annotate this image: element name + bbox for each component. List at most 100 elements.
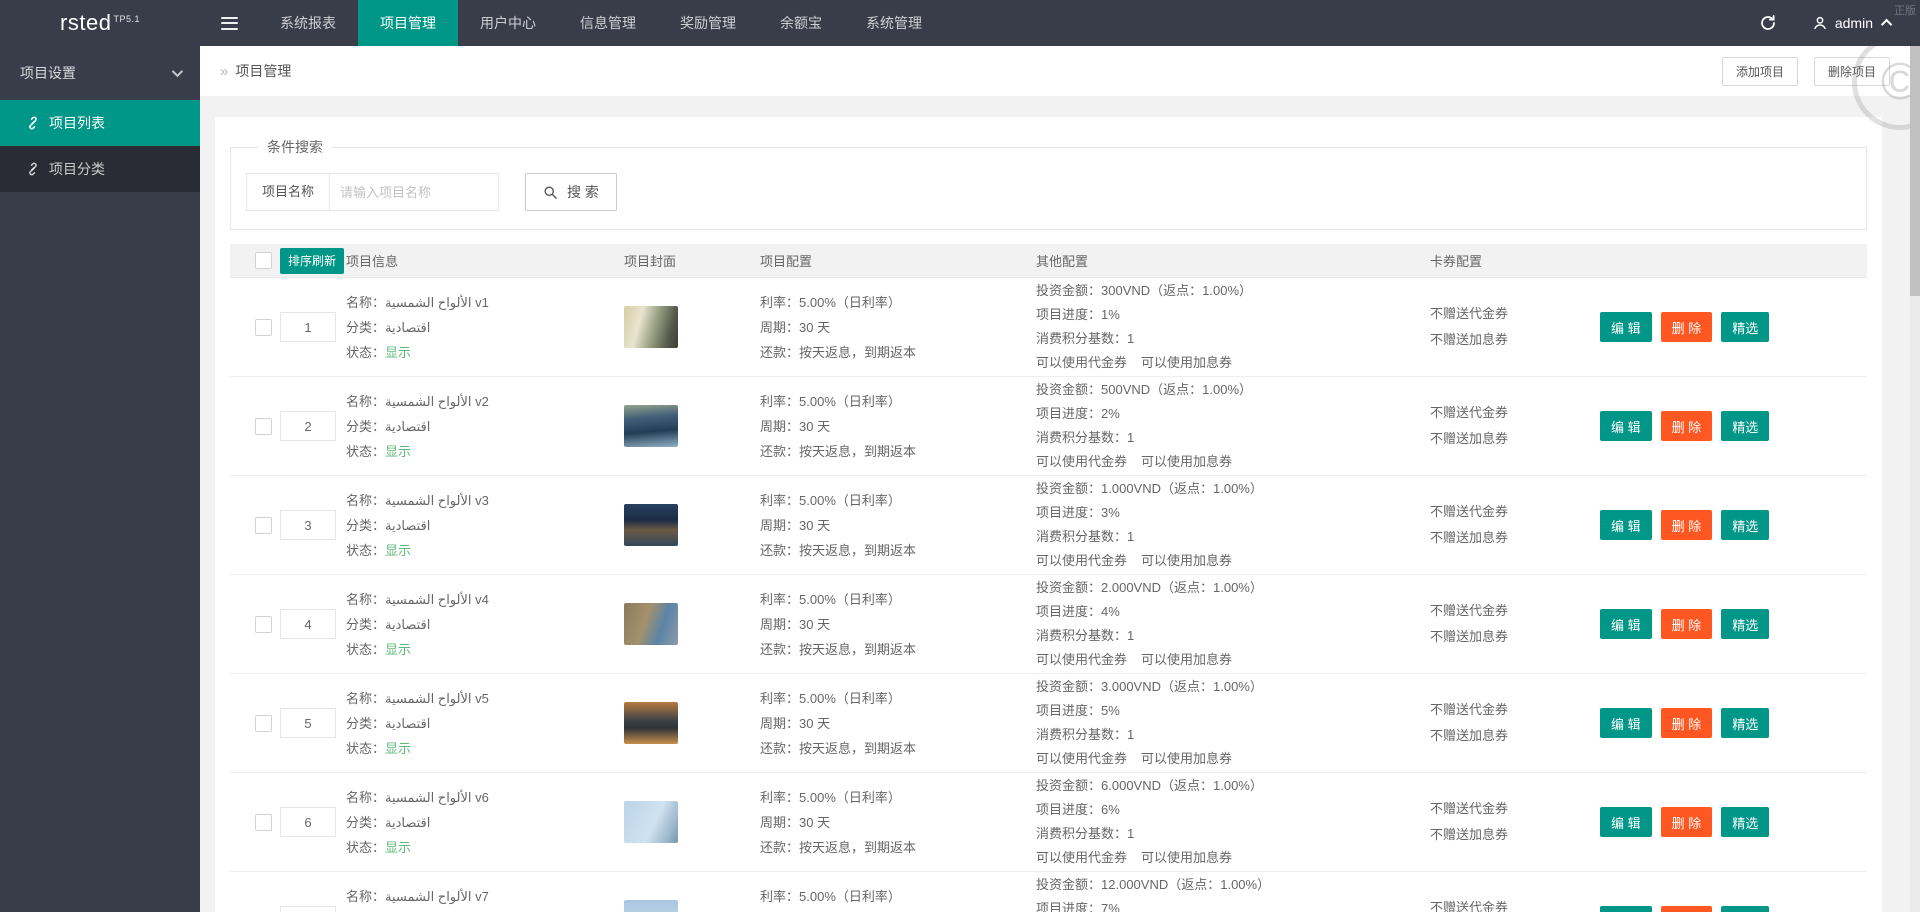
search-icon	[544, 186, 557, 199]
status-value[interactable]: 显示	[385, 345, 411, 360]
delete-button[interactable]: 删 除	[1660, 708, 1713, 738]
sort-order-input[interactable]	[280, 906, 336, 912]
table-body: 名称：الألواح الشمسية v1 分类：اقتصادية 状态：显示 …	[230, 278, 1867, 912]
project-cover-image	[624, 504, 678, 546]
delete-button[interactable]: 删 除	[1660, 906, 1713, 912]
category-label: 分类：	[346, 814, 386, 830]
feature-button[interactable]: 精选	[1721, 807, 1770, 837]
sort-order-input[interactable]	[280, 708, 336, 738]
project-category: اقتصادية	[385, 517, 431, 533]
sort-order-input[interactable]	[280, 411, 336, 441]
no-voucher: 不赠送代金券	[1430, 900, 1509, 912]
edit-button[interactable]: 编 辑	[1600, 312, 1652, 342]
row-checkbox[interactable]	[255, 813, 272, 831]
add-project-button[interactable]: 添加项目	[1721, 56, 1798, 86]
sidebar-item-project-category[interactable]: 项目分类	[0, 146, 200, 192]
row-checkbox[interactable]	[255, 516, 272, 534]
other-config-cell: 投资金额：6.000VND（返点：1.00%） 项目进度：6% 消费积分基数：1…	[1014, 774, 1402, 870]
delete-button[interactable]: 删 除	[1660, 312, 1713, 342]
sort-refresh-button[interactable]: 排序刷新	[280, 247, 345, 274]
repay-label: 还款：	[760, 740, 800, 756]
project-category: اقتصادية	[385, 418, 431, 434]
status-value[interactable]: 显示	[385, 444, 411, 459]
project-name: الألواح الشمسية v6	[385, 789, 489, 805]
feature-button[interactable]: 精选	[1721, 906, 1770, 912]
sidebar-submenu: 项目列表 项目分类	[0, 100, 200, 192]
delete-button[interactable]: 删 除	[1660, 807, 1713, 837]
edit-button[interactable]: 编 辑	[1600, 510, 1652, 540]
row-actions: 编 辑 删 除 精选	[1582, 312, 1867, 342]
hamburger-bars	[220, 16, 238, 30]
row-checkbox[interactable]	[255, 714, 272, 732]
feature-button[interactable]: 精选	[1721, 609, 1770, 639]
rate-label: 利率：	[760, 294, 800, 310]
sidebar-group-project-settings[interactable]: 项目设置	[0, 46, 200, 100]
status-value[interactable]: 显示	[385, 642, 411, 657]
sort-order-input[interactable]	[280, 312, 336, 342]
feature-button[interactable]: 精选	[1721, 411, 1770, 441]
edit-button[interactable]: 编 辑	[1600, 411, 1652, 441]
row-checkbox[interactable]	[255, 417, 272, 435]
link-icon	[29, 162, 37, 176]
card-config-cell: 不赠送代金券 不赠送加息券	[1402, 697, 1582, 749]
project-table: 排序刷新 项目信息 项目封面 项目配置 其他配置 卡券配置 名称：الألواح…	[230, 244, 1867, 912]
row-checkbox[interactable]	[255, 318, 272, 336]
progress-value: 2%	[1101, 406, 1120, 421]
nav-item-system-report[interactable]: 系统报表	[258, 0, 358, 46]
usable-interest-coupon: 可以使用加息券	[1141, 850, 1233, 865]
nav-item-yuebao[interactable]: 余额宝	[758, 0, 844, 46]
name-label: 名称：	[346, 591, 386, 607]
delete-button[interactable]: 删 除	[1660, 609, 1713, 639]
project-name: الألواح الشمسية v5	[385, 690, 489, 706]
status-value[interactable]: 显示	[385, 741, 411, 756]
progress-label: 项目进度：	[1036, 901, 1102, 912]
delete-project-button[interactable]: 删除项目	[1813, 56, 1890, 86]
rate-value: 5.00%（日利率）	[799, 690, 901, 706]
nav-item-user-center[interactable]: 用户中心	[458, 0, 558, 46]
status-label: 状态：	[346, 443, 386, 459]
rate-label: 利率：	[760, 690, 800, 706]
project-cover-image	[624, 603, 678, 645]
status-value[interactable]: 显示	[385, 543, 411, 558]
sort-order-input[interactable]	[280, 807, 336, 837]
nav-item-reward-management[interactable]: 奖励管理	[658, 0, 758, 46]
sidebar-item-project-list[interactable]: 项目列表	[0, 100, 200, 146]
project-cover-image	[624, 801, 678, 843]
name-label: 名称：	[346, 789, 386, 805]
no-interest-coupon: 不赠送加息券	[1430, 827, 1509, 842]
nav-item-info-management[interactable]: 信息管理	[558, 0, 658, 46]
select-all-checkbox[interactable]	[255, 252, 272, 270]
feature-button[interactable]: 精选	[1721, 312, 1770, 342]
status-value[interactable]: 显示	[385, 840, 411, 855]
sort-order-input[interactable]	[280, 609, 336, 639]
invest-value: 2.000VND（返点：1.00%）	[1101, 580, 1263, 595]
feature-button[interactable]: 精选	[1721, 708, 1770, 738]
feature-button[interactable]: 精选	[1721, 510, 1770, 540]
delete-button[interactable]: 删 除	[1660, 510, 1713, 540]
other-config-cell: 投资金额：1.000VND（返点：1.00%） 项目进度：3% 消费积分基数：1…	[1014, 477, 1402, 573]
row-actions: 编 辑 删 除 精选	[1582, 807, 1867, 837]
nav-item-system-management[interactable]: 系统管理	[844, 0, 944, 46]
delete-button[interactable]: 删 除	[1660, 411, 1713, 441]
nav-item-project-management[interactable]: 项目管理	[358, 0, 458, 46]
scrollbar-track[interactable]	[1910, 46, 1920, 912]
invest-value: 6.000VND（返点：1.00%）	[1101, 778, 1263, 793]
scrollbar-thumb[interactable]	[1910, 46, 1920, 296]
other-config-cell: 投资金额：500VND（返点：1.00%） 项目进度：2% 消费积分基数：1 可…	[1014, 378, 1402, 474]
edit-button[interactable]: 编 辑	[1600, 609, 1652, 639]
project-info-cell: 名称：الألواح الشمسية v7 分类：اقتصادية 状态：显示	[346, 884, 604, 912]
no-voucher: 不赠送代金券	[1430, 306, 1509, 321]
sort-order-input[interactable]	[280, 510, 336, 540]
search-button[interactable]: 搜 索	[525, 173, 617, 211]
hamburger-menu-icon[interactable]	[200, 0, 258, 46]
edit-button[interactable]: 编 辑	[1600, 807, 1652, 837]
card-config-cell: 不赠送代金券 不赠送加息券	[1402, 499, 1582, 551]
invest-label: 投资金额：	[1036, 481, 1102, 496]
edit-button[interactable]: 编 辑	[1600, 906, 1652, 912]
refresh-icon[interactable]	[1738, 0, 1798, 46]
edit-button[interactable]: 编 辑	[1600, 708, 1652, 738]
rate-value: 5.00%（日利率）	[799, 393, 901, 409]
project-name-input[interactable]	[329, 173, 500, 211]
row-checkbox[interactable]	[255, 615, 272, 633]
search-fieldset: 条件搜索 项目名称 搜 索	[230, 137, 1867, 230]
